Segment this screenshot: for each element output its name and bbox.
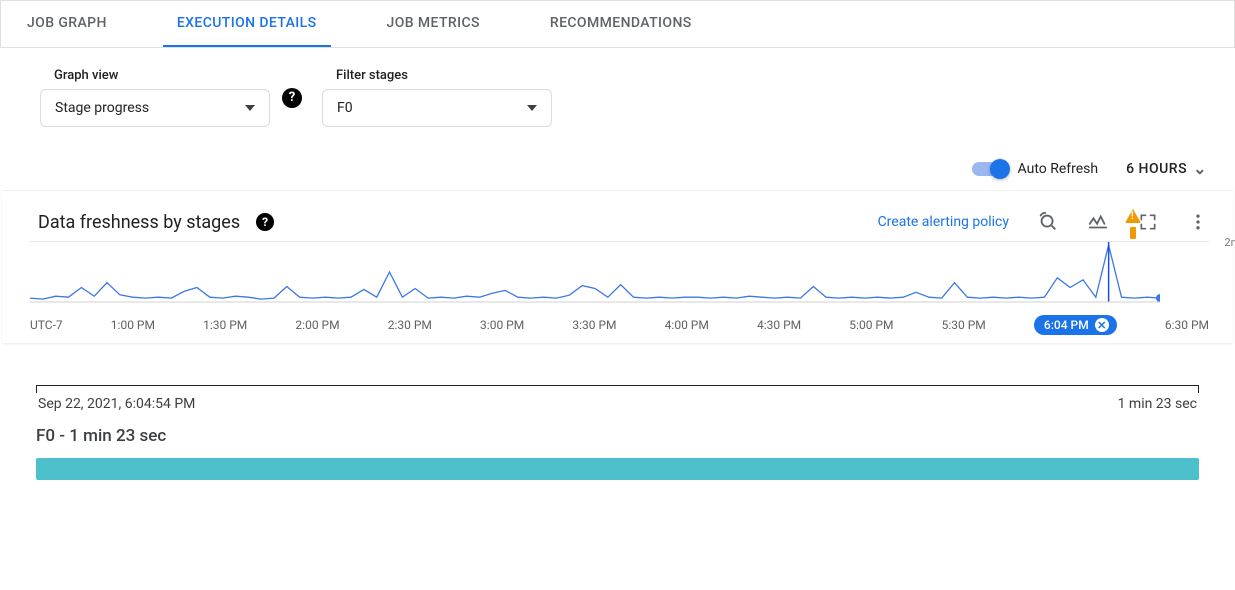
help-icon[interactable]: ?	[256, 213, 274, 231]
x-tick: 2:30 PM	[388, 318, 432, 332]
detail-timestamp: Sep 22, 2021, 6:04:54 PM	[38, 396, 195, 412]
tab-job-graph[interactable]: JOB GRAPH	[13, 1, 121, 47]
create-alerting-policy-link[interactable]: Create alerting policy	[878, 214, 1009, 230]
x-axis: UTC-7 1:00 PM 1:30 PM 2:00 PM 2:30 PM 3:00 PM…	[30, 315, 1209, 341]
controls-row: Graph view Stage progress ? Filter stage…	[0, 48, 1235, 127]
x-tick: 3:30 PM	[572, 318, 616, 332]
x-tick: 4:30 PM	[757, 318, 801, 332]
right-controls: Auto Refresh 6 HOURS ⌄	[0, 127, 1235, 190]
filter-stages-value: F0	[337, 100, 353, 116]
time-range-select[interactable]: 6 HOURS ⌄	[1126, 159, 1207, 178]
warning-icon[interactable]	[1125, 209, 1141, 239]
stage-title: F0 - 1 min 23 sec	[36, 426, 1199, 446]
time-marker-pill[interactable]: 6:04 PM✕	[1034, 315, 1117, 335]
time-range-value: 6 HOURS	[1126, 161, 1187, 177]
stage-progress-bar	[36, 458, 1199, 480]
x-tick: 3:00 PM	[480, 318, 524, 332]
x-tick: 4:00 PM	[665, 318, 709, 332]
tab-recommendations[interactable]: RECOMMENDATIONS	[536, 1, 706, 47]
help-icon[interactable]: ?	[282, 88, 302, 108]
tab-bar: JOB GRAPH EXECUTION DETAILS JOB METRICS …	[0, 0, 1235, 48]
chart[interactable]: 2min 0 UTC-71:00 PM1:30 PM2:00 PM2:30 PM…	[2, 241, 1233, 341]
legend-icon[interactable]	[1087, 211, 1109, 233]
x-tick: 5:00 PM	[849, 318, 893, 332]
tab-execution-details[interactable]: EXECUTION DETAILS	[163, 1, 331, 47]
chart-card: Data freshness by stages ? Create alerti…	[2, 190, 1233, 343]
detail-duration: 1 min 23 sec	[1118, 396, 1197, 412]
x-tick: UTC-7	[30, 318, 63, 332]
filter-stages-label: Filter stages	[322, 68, 552, 83]
chevron-down-icon	[527, 105, 537, 111]
x-tick: 6:30 PM	[1165, 318, 1209, 332]
x-tick: 2:00 PM	[295, 318, 339, 332]
more-icon[interactable]	[1187, 211, 1209, 233]
tab-job-metrics[interactable]: JOB METRICS	[373, 1, 494, 47]
card-title: Data freshness by stages	[38, 212, 240, 233]
filter-stages-select[interactable]: F0	[322, 89, 552, 127]
zoom-reset-icon[interactable]	[1037, 211, 1059, 233]
close-icon[interactable]: ✕	[1095, 318, 1109, 332]
auto-refresh-label: Auto Refresh	[1018, 161, 1099, 177]
detail-section: Sep 22, 2021, 6:04:54 PM 1 min 23 sec F0…	[0, 343, 1235, 480]
graph-view-value: Stage progress	[55, 100, 149, 116]
auto-refresh-toggle[interactable]: Auto Refresh	[972, 161, 1099, 177]
x-tick: 1:00 PM	[111, 318, 155, 332]
chevron-down-icon	[245, 105, 255, 111]
x-tick: 5:30 PM	[942, 318, 986, 332]
graph-view-select[interactable]: Stage progress	[40, 89, 270, 127]
y-tick: 2min	[1224, 236, 1235, 249]
chevron-down-icon: ⌄	[1193, 159, 1207, 178]
x-tick: 1:30 PM	[203, 318, 247, 332]
toggle-switch-icon	[972, 162, 1006, 176]
graph-view-label: Graph view	[40, 68, 270, 83]
